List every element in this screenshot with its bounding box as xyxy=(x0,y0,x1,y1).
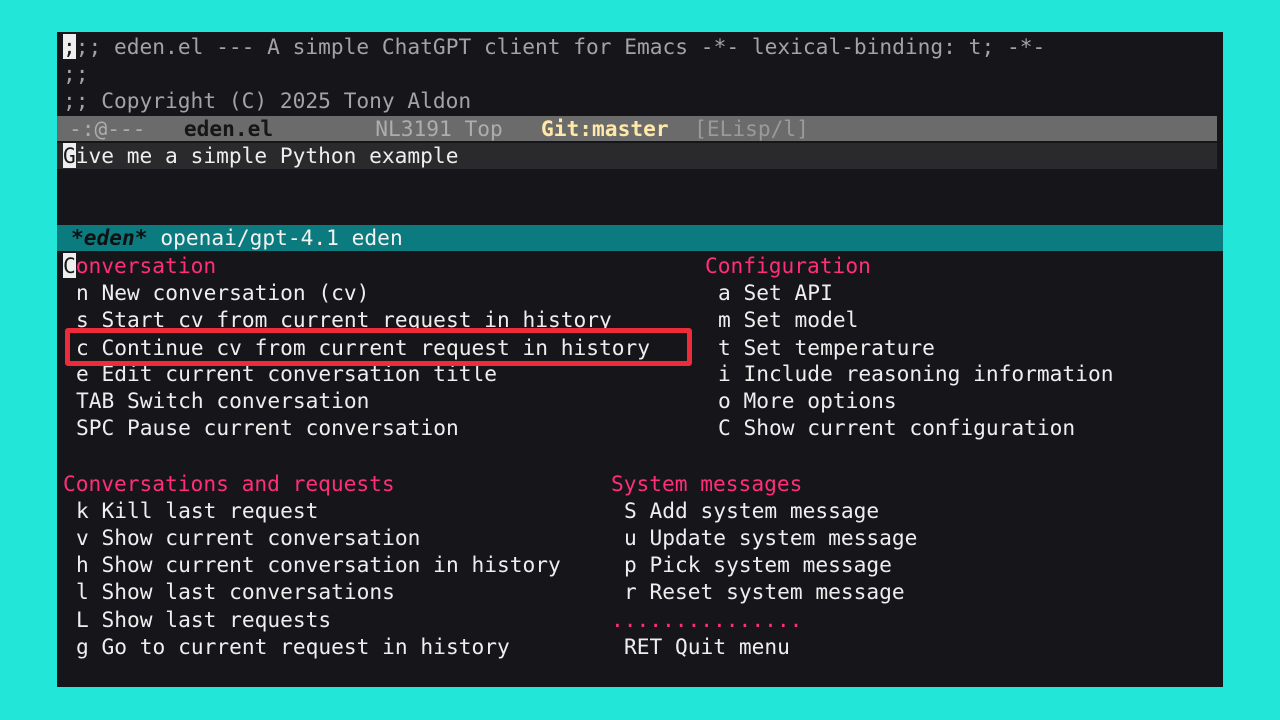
emacs-frame: ;;; eden.el --- A simple ChatGPT client … xyxy=(57,32,1223,687)
source-line-1: ;;; eden.el --- A simple ChatGPT client … xyxy=(63,34,1046,59)
menu-item-set-model[interactable]: m Set model xyxy=(718,306,858,333)
menu-model: openai/gpt-4.1 xyxy=(160,225,339,250)
menu-item-continue-cv[interactable]: c Continue cv from current request in hi… xyxy=(76,334,650,361)
modeline-state: -:@--- xyxy=(69,116,146,141)
mode-line-text: -:@--- eden.el NL3191 Top Git:master [EL… xyxy=(69,115,809,142)
menu-item-pause-conversation[interactable]: SPC Pause current conversation xyxy=(76,414,459,441)
modeline-position: NL3191 Top xyxy=(375,116,503,141)
menu-item-set-temperature[interactable]: t Set temperature xyxy=(718,334,935,361)
menu-separator: ............... xyxy=(611,607,803,632)
mode-line: -:@--- eden.el NL3191 Top Git:master [EL… xyxy=(57,116,1217,141)
menu-item-goto-request[interactable]: g Go to current request in history xyxy=(76,633,510,660)
group-title-configuration: Configuration xyxy=(705,253,871,278)
group-title-system-messages: System messages xyxy=(611,471,803,496)
menu-item-update-system-message[interactable]: u Update system message xyxy=(624,524,917,551)
menu-buffer-name: *eden* xyxy=(71,225,148,250)
menu-header-text: *eden* openai/gpt-4.1 eden xyxy=(71,224,403,251)
menu-item-more-options[interactable]: o More options xyxy=(718,387,897,414)
modeline-vc[interactable]: Git:master xyxy=(541,116,669,141)
menu-item-new-conversation[interactable]: n New conversation (cv) xyxy=(76,279,369,306)
source-line-3: ;; Copyright (C) 2025 Tony Aldon xyxy=(63,88,472,113)
menu-item-switch-conversation[interactable]: TAB Switch conversation xyxy=(76,387,369,414)
menu-item-kill-request[interactable]: k Kill last request xyxy=(76,497,318,524)
menu-name: eden xyxy=(351,225,403,250)
menu-item-quit[interactable]: RET Quit menu xyxy=(624,633,790,660)
menu-item-pick-system-message[interactable]: p Pick system message xyxy=(624,551,892,578)
menu-item-last-conversations[interactable]: l Show last conversations xyxy=(76,578,395,605)
prompt-input-text[interactable]: Give me a simple Python example xyxy=(63,142,458,169)
source-line-2: ;; xyxy=(63,61,89,86)
modeline-major-mode[interactable]: [ELisp/l] xyxy=(694,116,809,141)
menu-header-line: *eden* openai/gpt-4.1 eden xyxy=(57,225,1223,251)
menu-item-include-reasoning[interactable]: i Include reasoning information xyxy=(718,360,1113,387)
text-cursor: ; xyxy=(63,34,76,59)
modeline-buffer-name[interactable]: eden.el xyxy=(184,116,273,141)
group-title-conversation: Conversation xyxy=(63,253,217,278)
menu-item-reset-system-message[interactable]: r Reset system message xyxy=(624,578,905,605)
menu-item-show-configuration[interactable]: C Show current configuration xyxy=(718,414,1075,441)
group-title-requests: Conversations and requests xyxy=(63,471,395,496)
prompt-cursor: G xyxy=(63,143,76,168)
menu-cursor: C xyxy=(63,253,76,278)
menu-item-show-conversation[interactable]: v Show current conversation xyxy=(76,524,420,551)
prompt-input[interactable]: Give me a simple Python example xyxy=(57,143,1217,169)
menu-item-show-conversation-history[interactable]: h Show current conversation in history xyxy=(76,551,561,578)
menu-item-set-api[interactable]: a Set API xyxy=(718,279,833,306)
menu-item-add-system-message[interactable]: S Add system message xyxy=(624,497,879,524)
menu-item-last-requests[interactable]: L Show last requests xyxy=(76,606,331,633)
